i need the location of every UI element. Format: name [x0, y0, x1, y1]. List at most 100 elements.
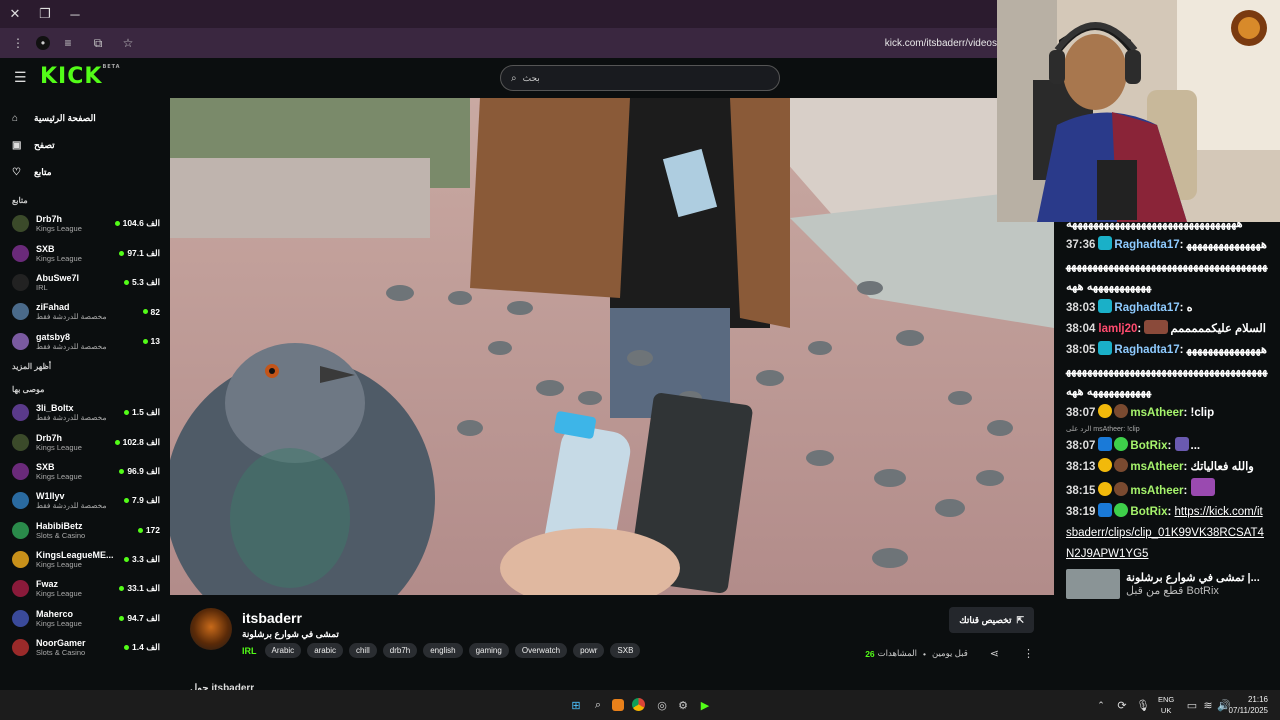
live-dot-icon: [124, 498, 130, 504]
channel-row[interactable]: Fwaz Kings League 33.1 الف: [0, 574, 170, 603]
chat-username[interactable]: BotRix: [1130, 506, 1167, 518]
channel-category: Kings League: [36, 471, 82, 481]
menu-icon[interactable]: ☰: [14, 70, 28, 84]
channel-row[interactable]: 3li_Boltx مخصصة للدردشة فقط 1.5 الف: [0, 398, 170, 427]
tag-chip[interactable]: chill: [348, 643, 377, 658]
chevron-up-icon[interactable]: ⌃: [1093, 697, 1109, 713]
channel-row[interactable]: SXB Kings League 96.9 الف: [0, 457, 170, 486]
viewer-count: 1.5 الف: [124, 407, 160, 418]
viewer-count: 82: [142, 307, 160, 317]
channel-avatar: [12, 303, 29, 321]
star-icon[interactable]: ☆: [116, 31, 140, 55]
kick-logo[interactable]: KICKBETA: [40, 64, 121, 89]
close-icon[interactable]: ✕: [0, 0, 30, 28]
live-dot-icon: [119, 250, 125, 256]
channel-row[interactable]: NoorGamer Slots & Casino 1.4 الف: [0, 633, 170, 662]
channel-avatar[interactable]: [190, 608, 232, 650]
channel-category: مخصصة للدردشة فقط: [36, 501, 107, 511]
language-indicator[interactable]: ENG UK: [1158, 694, 1174, 716]
app-icon[interactable]: [612, 699, 624, 711]
more-options-icon[interactable]: ⋮: [1023, 647, 1034, 660]
viewer-count-text: 97.1 الف: [127, 247, 160, 258]
separator-dot: •: [923, 648, 926, 659]
microphone-icon[interactable]: 🎙: [1135, 697, 1151, 713]
chat-username[interactable]: Raghadta17: [1114, 302, 1179, 314]
customize-channel-button[interactable]: تخصيص قناتك ⇱: [949, 607, 1034, 633]
tag-chip[interactable]: drb7h: [382, 643, 418, 658]
channel-row[interactable]: Drb7h Kings League 102.8 الف: [0, 427, 170, 456]
channel-info: HabibiBetz Slots & Casino: [36, 521, 138, 540]
nav-home[interactable]: ⌂ الصفحة الرئيسية: [0, 105, 170, 132]
display-icon[interactable]: ▭: [1184, 697, 1200, 713]
recommended-section-title: موصى بها: [12, 384, 45, 394]
chat-message: 37:36 Raghadta17: ههههههههههههههههههههههه…: [1066, 235, 1268, 298]
chat-username[interactable]: msAtheer: [1130, 485, 1183, 497]
tag-chip[interactable]: arabic: [307, 643, 343, 658]
search-input[interactable]: ⌕ بحث: [500, 65, 780, 91]
keyboard-layout: UK: [1160, 706, 1172, 715]
chat-username[interactable]: Raghadta17: [1114, 344, 1179, 356]
channel-row[interactable]: HabibiBetz Slots & Casino 172: [0, 516, 170, 545]
nav-following[interactable]: ♡ متابع: [0, 159, 170, 186]
channel-row[interactable]: KingsLeagueME... Kings League 3.3 الف: [0, 545, 170, 574]
channel-row[interactable]: gatsby8 مخصصة للدردشة فقط 13: [0, 327, 170, 356]
obs-icon[interactable]: ◎: [654, 697, 670, 713]
show-more-link[interactable]: أظهر المزيد: [0, 362, 170, 371]
sync-icon[interactable]: ⟳: [1114, 697, 1130, 713]
channel-avatar: [12, 215, 29, 233]
settings-icon[interactable]: ⚙: [675, 697, 691, 713]
viewer-count-text: 13: [150, 336, 160, 347]
live-dot-icon: [119, 468, 125, 474]
clip-preview[interactable]: تمشى في شوارع برشلونة |... قطع من قبل Bo…: [1066, 569, 1268, 599]
channel-name: Drb7h: [36, 214, 63, 225]
extension-icon[interactable]: •: [36, 36, 50, 50]
channel-row[interactable]: ziFahad مخصصة للدردشة فقط 82: [0, 297, 170, 326]
minimize-icon[interactable]: ─: [60, 0, 90, 28]
channel-name: gatsby8: [36, 331, 71, 342]
channel-row[interactable]: Maherco Kings League 94.7 الف: [0, 604, 170, 633]
share-icon[interactable]: ⋖: [990, 647, 999, 660]
chat-username[interactable]: BotRix: [1130, 440, 1167, 452]
channel-name: SXB: [36, 243, 55, 254]
tag-chip[interactable]: english: [423, 643, 463, 658]
video-player[interactable]: [170, 98, 1054, 595]
tag-chip[interactable]: SXB: [610, 643, 641, 658]
emote-icon: [1190, 478, 1215, 496]
reading-list-icon[interactable]: ≡: [56, 31, 80, 55]
chat-message: 38:04 lamlj20: السلام عليكمممممم: [1066, 319, 1268, 340]
channel-name[interactable]: itsbaderr: [242, 610, 302, 626]
system-clock[interactable]: 21:16 07/11/2025: [1229, 694, 1268, 716]
wifi-icon[interactable]: ≋: [1200, 697, 1216, 713]
live-dot-icon: [137, 527, 143, 533]
video-frame: [170, 98, 1054, 595]
clock-date: 07/11/2025: [1228, 706, 1268, 715]
chat-username[interactable]: lamlj20: [1098, 323, 1137, 335]
windows-start-icon[interactable]: ⊞: [568, 697, 584, 713]
category-link[interactable]: IRL: [242, 646, 257, 656]
tag-chip[interactable]: powr: [573, 643, 605, 658]
menu-dots-icon[interactable]: ⋮: [6, 31, 30, 55]
channel-row[interactable]: W1llyv مخصصة للدردشة فقط 7.9 الف: [0, 486, 170, 515]
kick-app-icon[interactable]: ▶: [697, 697, 713, 713]
channel-name: 3li_Boltx: [36, 403, 74, 414]
chat-timestamp: 38:07: [1066, 407, 1096, 419]
channel-category: IRL: [36, 282, 48, 292]
channel-row[interactable]: AbuSwe7l IRL 5.3 الف: [0, 268, 170, 297]
tag-chip[interactable]: Overwatch: [514, 643, 568, 658]
chat-message: 38:15 msAtheer:: [1066, 478, 1268, 502]
channel-row[interactable]: Drb7h Kings League 104.6 الف: [0, 209, 170, 238]
nav-browse[interactable]: ▣ تصفح: [0, 132, 170, 159]
channel-row[interactable]: SXB Kings League 97.1 الف: [0, 238, 170, 267]
channel-avatar: [12, 609, 29, 627]
channel-info: NoorGamer Slots & Casino: [36, 638, 124, 657]
chat-username[interactable]: msAtheer: [1130, 461, 1183, 473]
address-bar[interactable]: kick.com/itsbaderr/videos: [885, 38, 997, 49]
tab-icon[interactable]: ⧉: [86, 31, 110, 55]
chrome-icon[interactable]: [632, 698, 645, 711]
tag-chip[interactable]: gaming: [468, 643, 509, 658]
search-icon[interactable]: ⌕: [590, 697, 606, 713]
chat-username[interactable]: Raghadta17: [1114, 239, 1179, 251]
restore-icon[interactable]: ❐: [30, 0, 60, 28]
chat-username[interactable]: msAtheer: [1130, 407, 1183, 419]
tag-chip[interactable]: Arabic: [264, 643, 302, 658]
